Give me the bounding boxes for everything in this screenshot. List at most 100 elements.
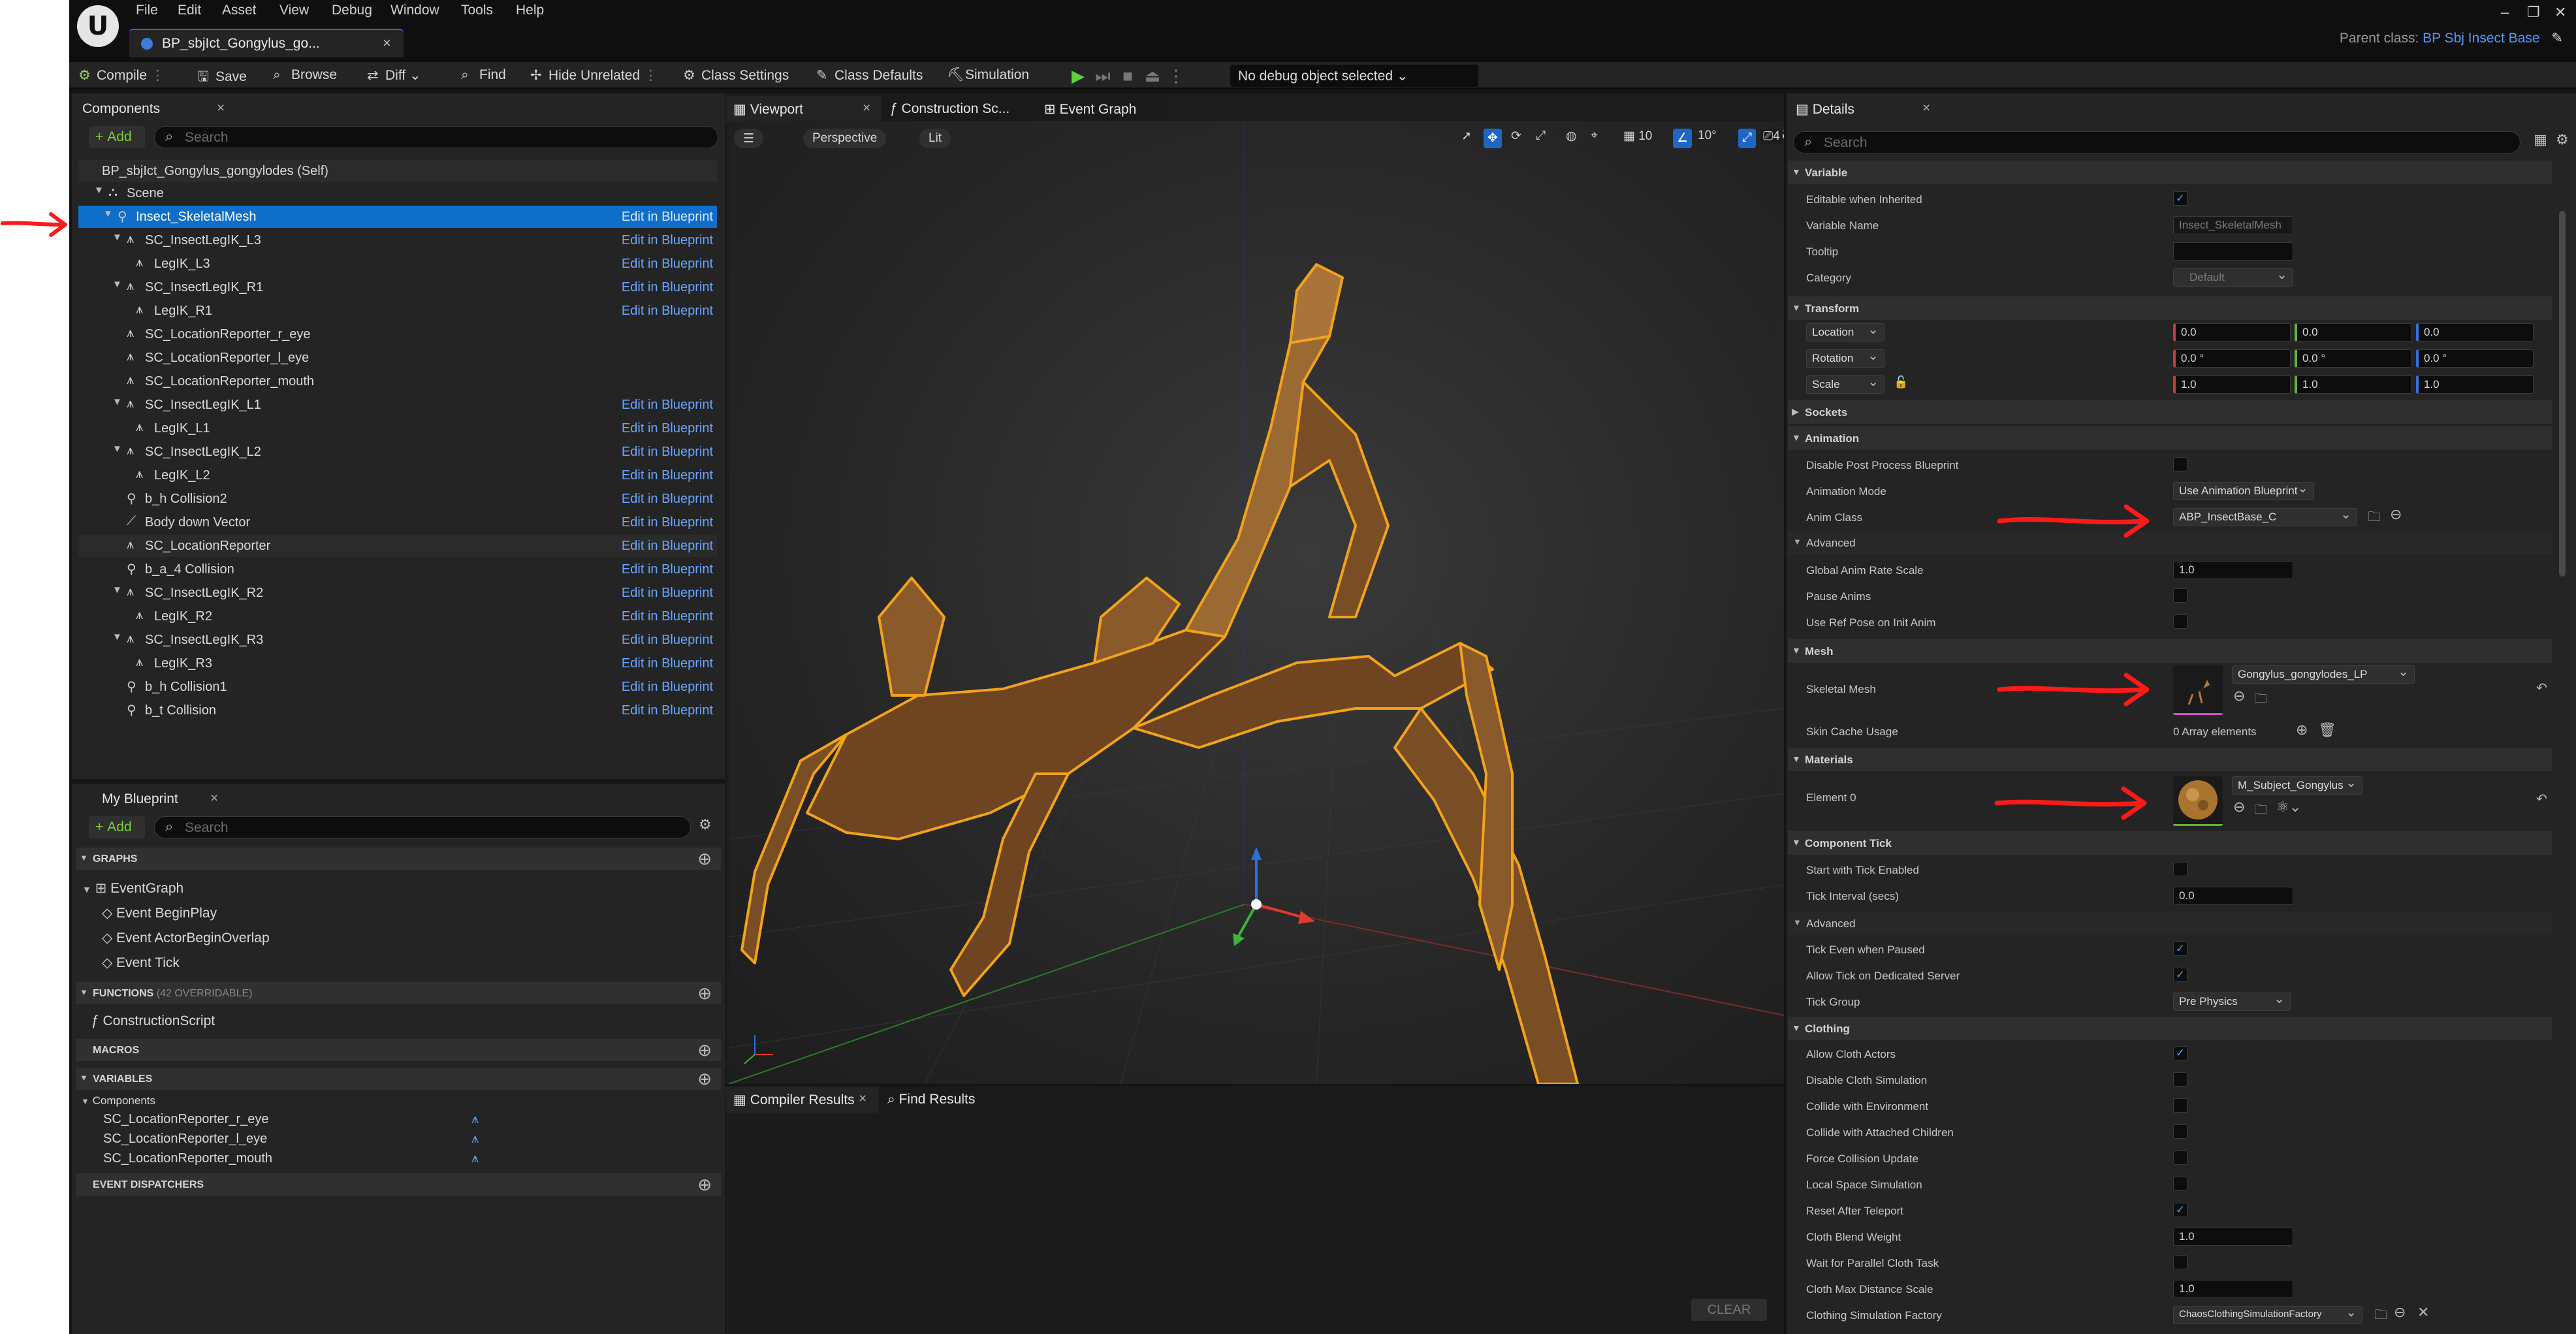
- variable-item[interactable]: SC_LocationReporter_mouth: [103, 1151, 272, 1166]
- variable-name-field[interactable]: Insect_SkeletalMesh: [2173, 216, 2293, 234]
- details-scrollbar[interactable]: [2559, 211, 2566, 577]
- edit-pencil-icon[interactable]: ✎: [2551, 31, 2563, 46]
- rotation-x-field[interactable]: 0.0 °: [2173, 349, 2291, 368]
- component-row[interactable]: ▼ ⛬ Scene: [78, 182, 717, 204]
- location-x-field[interactable]: 0.0: [2173, 323, 2291, 341]
- minimize-button[interactable]: –: [2501, 4, 2509, 21]
- world-local-icon[interactable]: ◍: [1566, 129, 1577, 148]
- clothing-section[interactable]: ▼ Clothing: [1788, 1017, 2552, 1040]
- collapse-arrow-icon[interactable]: ▼: [112, 631, 122, 643]
- collapse-arrow-icon[interactable]: ▼: [112, 232, 122, 243]
- delete-icon[interactable]: 🗑: [2318, 722, 2336, 738]
- rotation-y-field[interactable]: 0.0 °: [2295, 349, 2412, 368]
- event-dispatchers-section[interactable]: EVENT DISPATCHERS ⊕: [76, 1173, 721, 1196]
- add-component-button[interactable]: + Add: [89, 126, 145, 148]
- find-button[interactable]: ⌕ Find: [461, 67, 506, 83]
- lit-button[interactable]: Lit: [919, 129, 951, 148]
- component-row[interactable]: ▼ ⩚ SC_InsectLegIK_R2 Edit in Blueprint: [78, 582, 717, 604]
- menu-edit[interactable]: Edit: [178, 3, 201, 18]
- clear-button[interactable]: CLEAR: [1691, 1299, 1767, 1321]
- component-row[interactable]: ⩚ LegIK_L1 Edit in Blueprint: [78, 417, 717, 439]
- animation-section[interactable]: ▼ Animation: [1788, 426, 2552, 450]
- clothing-property-checkbox[interactable]: [2173, 1151, 2187, 1165]
- eject-icon[interactable]: ⏏: [1143, 66, 1162, 86]
- rotation-z-field[interactable]: 0.0 °: [2416, 349, 2534, 368]
- variable-item[interactable]: SC_LocationReporter_r_eye: [103, 1112, 269, 1127]
- variable-section[interactable]: ▼ Variable: [1788, 161, 2552, 184]
- tooltip-field[interactable]: [2173, 242, 2293, 261]
- browse-button[interactable]: ⌕ Browse: [273, 67, 337, 83]
- edit-in-blueprint-link[interactable]: Edit in Blueprint: [622, 609, 713, 624]
- event-tick-item[interactable]: ◇ Event Tick: [102, 955, 180, 971]
- clothing-property-checkbox[interactable]: [2173, 1255, 2187, 1269]
- menu-file[interactable]: File: [136, 3, 158, 18]
- collapse-arrow-icon[interactable]: ▼: [112, 279, 122, 290]
- animation-advanced-subsection[interactable]: ▼ Advanced: [1788, 531, 2552, 554]
- close-tab-icon[interactable]: ×: [859, 1091, 867, 1107]
- add-variable-icon[interactable]: ⊕: [697, 1069, 712, 1089]
- edit-in-blueprint-link[interactable]: Edit in Blueprint: [622, 233, 713, 248]
- menu-debug[interactable]: Debug: [332, 3, 372, 18]
- event-beginplay-item[interactable]: ◇ Event BeginPlay: [102, 905, 217, 921]
- collapse-arrow-icon[interactable]: ▼: [112, 396, 122, 407]
- tick-advanced-subsection[interactable]: ▼ Advanced: [1788, 912, 2552, 935]
- gear-icon[interactable]: ⚙: [699, 816, 712, 833]
- edit-in-blueprint-link[interactable]: Edit in Blueprint: [622, 680, 713, 695]
- category-select[interactable]: Default: [2173, 266, 2293, 287]
- menu-asset[interactable]: Asset: [222, 3, 257, 18]
- edit-in-blueprint-link[interactable]: Edit in Blueprint: [622, 210, 713, 225]
- scale-select[interactable]: Scale: [1806, 373, 1884, 394]
- global-anim-rate-field[interactable]: 1.0: [2173, 561, 2293, 579]
- add-graph-icon[interactable]: ⊕: [697, 849, 712, 869]
- mesh-section[interactable]: ▼ Mesh: [1788, 639, 2552, 663]
- close-window-button[interactable]: ✕: [2554, 4, 2566, 21]
- browse-folder-icon[interactable]: 🗀: [2254, 689, 2267, 711]
- scale-snap-button[interactable]: ⤢: [1738, 129, 1757, 148]
- viewport-options-button[interactable]: ☰: [734, 129, 764, 148]
- sockets-section[interactable]: ▶ Sockets: [1788, 400, 2552, 424]
- animation-mode-select[interactable]: Use Animation Blueprint: [2173, 480, 2314, 500]
- compile-button[interactable]: ⚙ Compile ⋮: [78, 67, 165, 84]
- use-ref-pose-checkbox[interactable]: [2173, 614, 2187, 629]
- variables-section[interactable]: ▼ VARIABLES ⊕: [76, 1068, 721, 1090]
- scale-z-field[interactable]: 1.0: [2416, 375, 2534, 394]
- variable-item[interactable]: SC_LocationReporter_l_eye: [103, 1132, 267, 1147]
- event-graph-tab[interactable]: ⊞ Event Graph: [1036, 96, 1167, 122]
- close-tab-icon[interactable]: ×: [863, 101, 870, 116]
- camera-speed-button[interactable]: ⎚4: [1760, 129, 1783, 144]
- add-function-icon[interactable]: ⊕: [697, 983, 712, 1004]
- tick-group-select[interactable]: Pre Physics: [2173, 991, 2291, 1011]
- find-results-tab[interactable]: ⌕ Find Results: [880, 1087, 1017, 1113]
- select-mode-icon[interactable]: ➚: [1461, 129, 1472, 148]
- transform-gizmo[interactable]: [1233, 847, 1315, 946]
- menu-help[interactable]: Help: [516, 3, 544, 18]
- diff-button[interactable]: ⇄ Diff ⌄: [367, 67, 421, 84]
- collapse-arrow-icon[interactable]: ▼: [112, 584, 122, 596]
- material-options-icon[interactable]: ⚛⌄: [2276, 799, 2301, 816]
- rotation-snap-value[interactable]: 10°: [1698, 129, 1717, 148]
- collapse-arrow-icon[interactable]: ▼: [94, 185, 104, 196]
- scale-mode-icon[interactable]: ⤢: [1536, 129, 1546, 148]
- components-group[interactable]: ▼ Components: [81, 1094, 155, 1107]
- viewport-tab[interactable]: ▦ Viewport ×: [725, 96, 881, 122]
- component-row[interactable]: ▼ ⩚ SC_InsectLegIK_L3 Edit in Blueprint: [78, 229, 717, 251]
- viewport[interactable]: ☰ Perspective Lit ➚ ✥ ⟳ ⤢ ◍ ⌖ ▦ 10 ∠ 10°…: [729, 121, 1784, 1084]
- clothing-property-checkbox[interactable]: ✓: [2173, 1046, 2187, 1060]
- lock-icon[interactable]: 🔓: [1894, 375, 1908, 389]
- use-selected-icon[interactable]: ⊖: [2233, 688, 2245, 705]
- edit-in-blueprint-link[interactable]: Edit in Blueprint: [622, 586, 713, 601]
- parent-class-link[interactable]: BP Sbj Insect Base: [2423, 31, 2539, 46]
- material-select[interactable]: M_Subject_Gongylus: [2232, 774, 2362, 795]
- gear-icon[interactable]: ⚙: [2556, 131, 2569, 148]
- menu-window[interactable]: Window: [390, 3, 439, 18]
- event-actorbeginoverlap-item[interactable]: ◇ Event ActorBeginOverlap: [102, 930, 270, 946]
- tick-even-paused-checkbox[interactable]: ✓: [2173, 942, 2187, 956]
- component-row[interactable]: ⩚ SC_LocationReporter Edit in Blueprint: [78, 535, 717, 557]
- component-row[interactable]: ⩚ LegIK_R3 Edit in Blueprint: [78, 652, 717, 675]
- menu-view[interactable]: View: [279, 3, 309, 18]
- use-selected-icon[interactable]: ⊖: [2233, 799, 2245, 816]
- functions-section[interactable]: ▼ FUNCTIONS (42 OVERRIDABLE) ⊕: [76, 982, 721, 1004]
- clothing-property-checkbox[interactable]: ✓: [2173, 1203, 2187, 1217]
- scale-y-field[interactable]: 1.0: [2295, 375, 2412, 394]
- rotate-mode-icon[interactable]: ⟳: [1511, 129, 1521, 148]
